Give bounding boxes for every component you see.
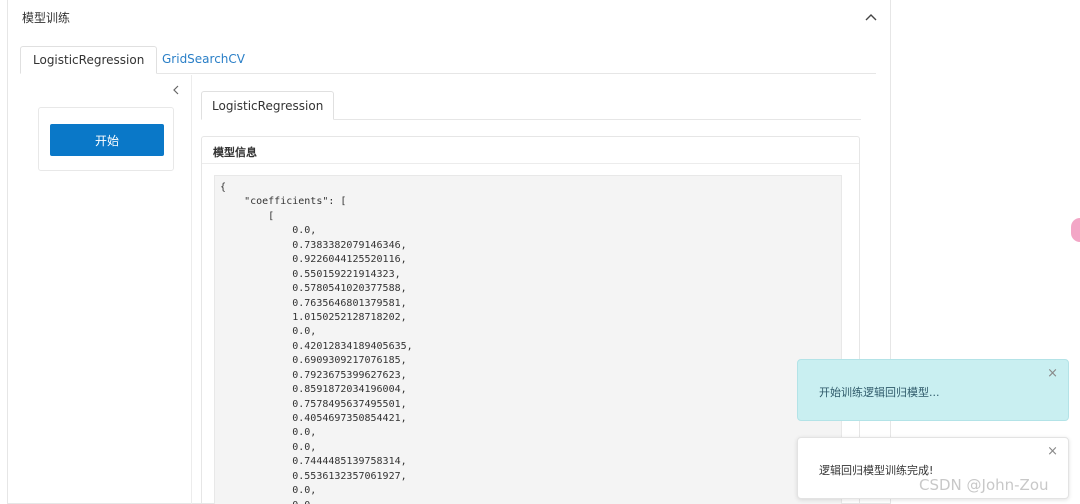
code-line: 0.0, xyxy=(220,225,317,237)
start-button[interactable]: 开始 xyxy=(50,124,164,156)
chevron-up-icon[interactable] xyxy=(863,9,879,25)
code-line: 0.4054697350854421, xyxy=(220,413,407,424)
code-line: 0.7444485139758314, xyxy=(220,456,407,468)
model-info-title: 模型信息 xyxy=(213,146,257,159)
code-line: 0.7383382079146346, xyxy=(220,239,407,251)
code-line: [ xyxy=(220,210,275,222)
code-line: 0.5780541020377588, xyxy=(220,283,407,295)
start-card: 开始 xyxy=(38,107,174,171)
toast-training-started: 开始训练逻辑回归模型... × xyxy=(797,359,1069,421)
model-tabs: LogisticRegression GridSearchCV xyxy=(20,46,876,74)
code-line: 0.7578495637495501, xyxy=(220,398,407,410)
code-line: 0.9226044125520116, xyxy=(220,254,407,266)
code-line: 0.6909309217076185, xyxy=(220,355,407,367)
tab-grid-search-cv[interactable]: GridSearchCV xyxy=(150,46,257,74)
toast-message: 开始训练逻辑回归模型... xyxy=(819,386,940,399)
model-info-json: { "coefficients": [ [ 0.0, 0.73833820791… xyxy=(214,175,842,504)
watermark: CSDN @John-Zou xyxy=(919,476,1049,494)
code-line: 0.0, xyxy=(215,499,841,504)
tab-logistic-regression[interactable]: LogisticRegression xyxy=(20,46,158,74)
result-tabs: LogisticRegression xyxy=(201,91,861,120)
panel-title: 模型训练 xyxy=(22,11,71,25)
code-line: 0.0, xyxy=(220,326,317,338)
code-line: 0.0, xyxy=(220,441,317,453)
model-info-card: 模型信息 { "coefficients": [ [ 0.0, 0.738338… xyxy=(201,136,860,504)
close-icon[interactable]: × xyxy=(1047,366,1058,381)
divider xyxy=(202,163,859,164)
code-line: 1.0150252128718202, xyxy=(220,311,407,323)
code-line: "coefficients": [ xyxy=(220,196,347,208)
code-line: 0.7635646801379581, xyxy=(220,297,407,309)
code-line: 0.42012834189405635, xyxy=(220,340,413,352)
code-line: { xyxy=(220,182,227,193)
code-line: 0.550159221914323, xyxy=(220,268,401,280)
chevron-left-icon[interactable] xyxy=(170,83,182,97)
left-sidebar: 开始 xyxy=(20,75,192,504)
code-line: 0.7923675399627623, xyxy=(220,369,407,381)
toast-message: 逻辑回归模型训练完成! xyxy=(819,464,934,477)
code-line: 0.0, xyxy=(220,485,317,497)
side-float-button[interactable] xyxy=(1071,218,1080,242)
tab-result-logistic-regression[interactable]: LogisticRegression xyxy=(201,91,335,120)
code-line: 0.0, xyxy=(220,427,317,439)
code-line: 0.5536132357061927, xyxy=(220,470,407,482)
close-icon[interactable]: × xyxy=(1047,444,1058,459)
code-line: 0.8591872034196004, xyxy=(220,384,407,396)
